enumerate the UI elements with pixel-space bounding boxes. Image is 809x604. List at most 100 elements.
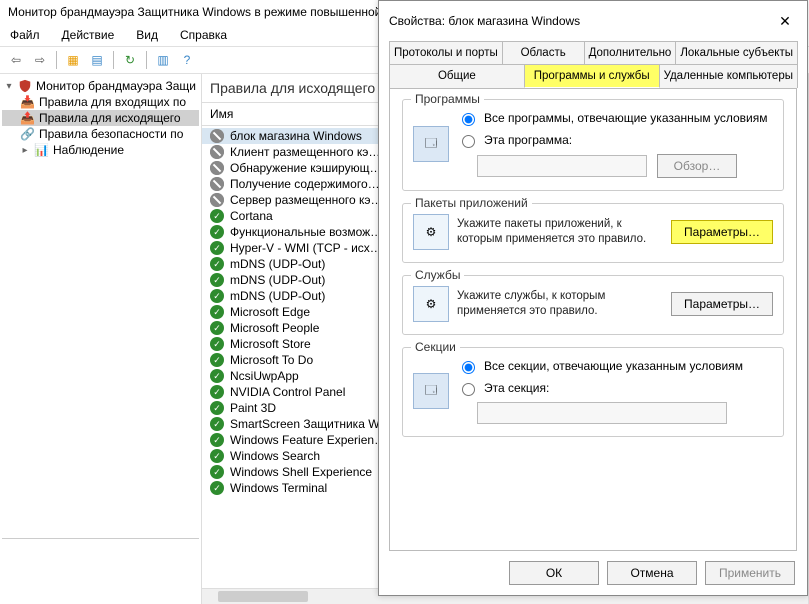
rule-label: NVIDIA Control Panel bbox=[230, 385, 345, 399]
allow-icon bbox=[210, 209, 224, 223]
properties-icon[interactable]: ▤ bbox=[87, 50, 107, 70]
rule-label: Microsoft To Do bbox=[230, 353, 313, 367]
section-input[interactable] bbox=[477, 402, 727, 424]
monitoring-icon: 📊 bbox=[34, 143, 49, 157]
expand-icon[interactable]: ▸ bbox=[20, 145, 30, 156]
rule-label: mDNS (UDP-Out) bbox=[230, 289, 325, 303]
collapse-icon[interactable]: ▾ bbox=[4, 81, 14, 92]
program-path-input[interactable] bbox=[477, 155, 647, 177]
allow-icon bbox=[210, 417, 224, 431]
packages-settings-button[interactable]: Параметры… bbox=[671, 220, 773, 244]
tree-item-consec[interactable]: 🔗 Правила безопасности по bbox=[2, 126, 199, 142]
programs-icon: 🗔 bbox=[413, 126, 449, 162]
tree-item-label: Правила безопасности по bbox=[39, 127, 183, 141]
rule-label: mDNS (UDP-Out) bbox=[230, 257, 325, 271]
allow-icon bbox=[210, 481, 224, 495]
services-desc: Укажите службы, к которым применяется эт… bbox=[457, 289, 663, 319]
rule-label: Windows Terminal bbox=[230, 481, 327, 495]
tree-item-label: Наблюдение bbox=[53, 143, 124, 157]
block-icon bbox=[210, 145, 224, 159]
browse-button[interactable]: Обзор… bbox=[657, 154, 737, 178]
cancel-button[interactable]: Отмена bbox=[607, 561, 697, 585]
rule-label: Клиент размещенного кэ… bbox=[230, 145, 380, 159]
separator bbox=[146, 51, 147, 69]
radio-this-program[interactable]: Эта программа: bbox=[457, 132, 773, 148]
allow-icon bbox=[210, 257, 224, 271]
rule-label: Windows Feature Experien… bbox=[230, 433, 386, 447]
tab-remote-computers[interactable]: Удаленные компьютеры bbox=[659, 64, 798, 88]
allow-icon bbox=[210, 369, 224, 383]
tab-scope[interactable]: Область bbox=[502, 41, 585, 64]
tab-local-principals[interactable]: Локальные субъекты bbox=[675, 41, 798, 64]
allow-icon bbox=[210, 241, 224, 255]
tree-root[interactable]: ▾ Монитор брандмауэра Защи bbox=[2, 78, 199, 94]
tab-protocols[interactable]: Протоколы и порты bbox=[389, 41, 503, 64]
allow-icon bbox=[210, 225, 224, 239]
group-services: Службы ⚙ Укажите службы, к которым приме… bbox=[402, 275, 784, 335]
tree-item-inbound[interactable]: 📥 Правила для входящих по bbox=[2, 94, 199, 110]
block-icon bbox=[210, 161, 224, 175]
menu-help[interactable]: Справка bbox=[176, 26, 231, 44]
allow-icon bbox=[210, 273, 224, 287]
nav-tree[interactable]: ▾ Монитор брандмауэра Защи 📥 Правила для… bbox=[0, 74, 202, 604]
menu-view[interactable]: Вид bbox=[132, 26, 162, 44]
rule-label: Cortana bbox=[230, 209, 273, 223]
dialog-title: Свойства: блок магазина Windows bbox=[389, 14, 580, 28]
group-legend: Секции bbox=[411, 340, 460, 354]
block-icon bbox=[210, 129, 224, 143]
forward-icon[interactable]: ⇨ bbox=[30, 50, 50, 70]
separator bbox=[2, 538, 199, 539]
radio-input[interactable] bbox=[462, 135, 475, 148]
group-legend: Службы bbox=[411, 268, 464, 282]
rule-label: блок магазина Windows bbox=[230, 129, 362, 143]
tree-item-label: Правила для исходящего bbox=[39, 111, 181, 125]
export-icon[interactable]: ▥ bbox=[153, 50, 173, 70]
radio-all-programs[interactable]: Все программы, отвечающие указанным усло… bbox=[457, 110, 773, 126]
sections-icon: 🗔 bbox=[413, 373, 449, 409]
tree-item-monitoring[interactable]: ▸ 📊 Наблюдение bbox=[2, 142, 199, 158]
menu-action[interactable]: Действие bbox=[58, 26, 119, 44]
block-icon bbox=[210, 193, 224, 207]
group-legend: Программы bbox=[411, 92, 484, 106]
tree-item-outbound[interactable]: 📤 Правила для исходящего bbox=[2, 110, 199, 126]
allow-icon bbox=[210, 353, 224, 367]
separator bbox=[56, 51, 57, 69]
apply-button[interactable]: Применить bbox=[705, 561, 795, 585]
radio-label: Эта программа: bbox=[484, 133, 572, 147]
new-icon[interactable]: ▦ bbox=[63, 50, 83, 70]
ok-button[interactable]: ОК bbox=[509, 561, 599, 585]
tab-general[interactable]: Общие bbox=[389, 64, 525, 88]
allow-icon bbox=[210, 385, 224, 399]
allow-icon bbox=[210, 465, 224, 479]
allow-icon bbox=[210, 449, 224, 463]
tab-programs-services[interactable]: Программы и службы bbox=[524, 64, 660, 88]
radio-label: Все программы, отвечающие указанным усло… bbox=[484, 111, 768, 125]
separator bbox=[113, 51, 114, 69]
block-icon bbox=[210, 177, 224, 191]
radio-input[interactable] bbox=[462, 361, 475, 374]
firewall-icon bbox=[18, 79, 32, 93]
radio-this-section[interactable]: Эта секция: bbox=[457, 380, 773, 396]
help-icon[interactable]: ? bbox=[177, 50, 197, 70]
group-packages: Пакеты приложений ⚙ Укажите пакеты прило… bbox=[402, 203, 784, 263]
radio-input[interactable] bbox=[462, 113, 475, 126]
allow-icon bbox=[210, 401, 224, 415]
services-settings-button[interactable]: Параметры… bbox=[671, 292, 773, 316]
tab-advanced[interactable]: Дополнительно bbox=[584, 41, 677, 64]
allow-icon bbox=[210, 433, 224, 447]
rule-label: Hyper-V - WMI (TCP - исх… bbox=[230, 241, 382, 255]
inbound-rules-icon: 📥 bbox=[20, 95, 35, 109]
connection-rules-icon: 🔗 bbox=[20, 127, 35, 141]
services-icon: ⚙ bbox=[413, 286, 449, 322]
allow-icon bbox=[210, 289, 224, 303]
radio-all-sections[interactable]: Все секции, отвечающие указанным условия… bbox=[457, 358, 773, 374]
rule-label: Microsoft People bbox=[230, 321, 319, 335]
back-icon[interactable]: ⇦ bbox=[6, 50, 26, 70]
rule-label: mDNS (UDP-Out) bbox=[230, 273, 325, 287]
refresh-icon[interactable]: ↻ bbox=[120, 50, 140, 70]
menu-file[interactable]: Файл bbox=[6, 26, 44, 44]
radio-input[interactable] bbox=[462, 383, 475, 396]
properties-dialog: Свойства: блок магазина Windows ✕ Проток… bbox=[378, 0, 808, 596]
close-icon[interactable]: ✕ bbox=[773, 9, 797, 33]
rule-label: SmartScreen Защитника W… bbox=[230, 417, 392, 431]
